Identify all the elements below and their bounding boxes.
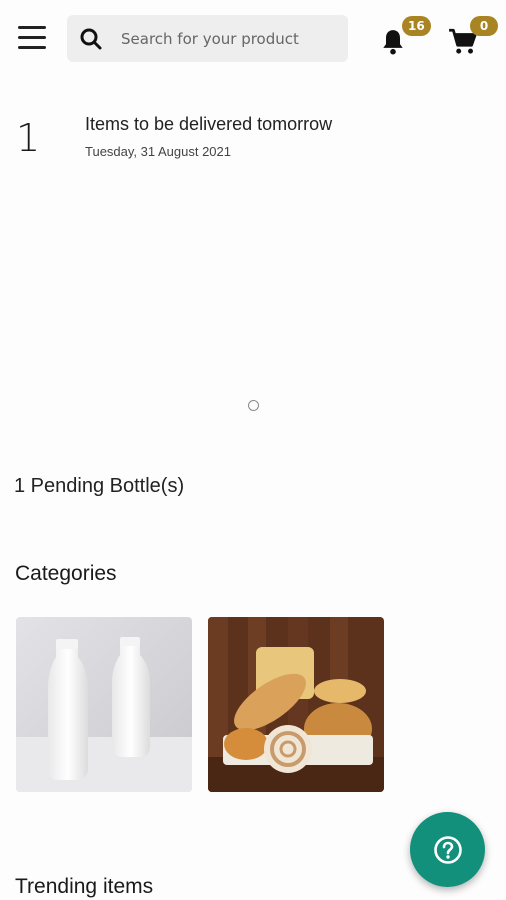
cart-button[interactable]: 0: [444, 16, 498, 60]
search-bar[interactable]: [67, 15, 348, 62]
bell-icon: [383, 30, 403, 55]
category-milk[interactable]: [16, 617, 192, 792]
carousel-dot[interactable]: [248, 400, 259, 411]
category-bakery[interactable]: [208, 617, 384, 792]
notifications-button[interactable]: 16: [376, 16, 431, 60]
help-icon: [433, 835, 462, 864]
delivery-count: 1: [16, 116, 41, 160]
top-bar: 16 0: [0, 0, 506, 78]
delivery-date: Tuesday, 31 August 2021: [85, 144, 231, 159]
categories-title: Categories: [15, 562, 117, 585]
notifications-badge: 16: [402, 16, 431, 36]
menu-icon[interactable]: [18, 26, 50, 54]
search-input[interactable]: [121, 29, 341, 48]
help-button[interactable]: [410, 812, 485, 887]
bakery-image: [208, 617, 384, 792]
trending-title: Trending items: [15, 875, 154, 898]
search-icon: [80, 28, 102, 49]
milk-image: [16, 617, 192, 792]
delivery-title: Items to be delivered tomorrow: [85, 114, 333, 134]
cart-badge: 0: [470, 16, 498, 36]
delivery-summary[interactable]: 1 Items to be delivered tomorrow Tuesday…: [16, 112, 486, 172]
pending-bottles[interactable]: 1 Pending Bottle(s): [14, 475, 184, 498]
